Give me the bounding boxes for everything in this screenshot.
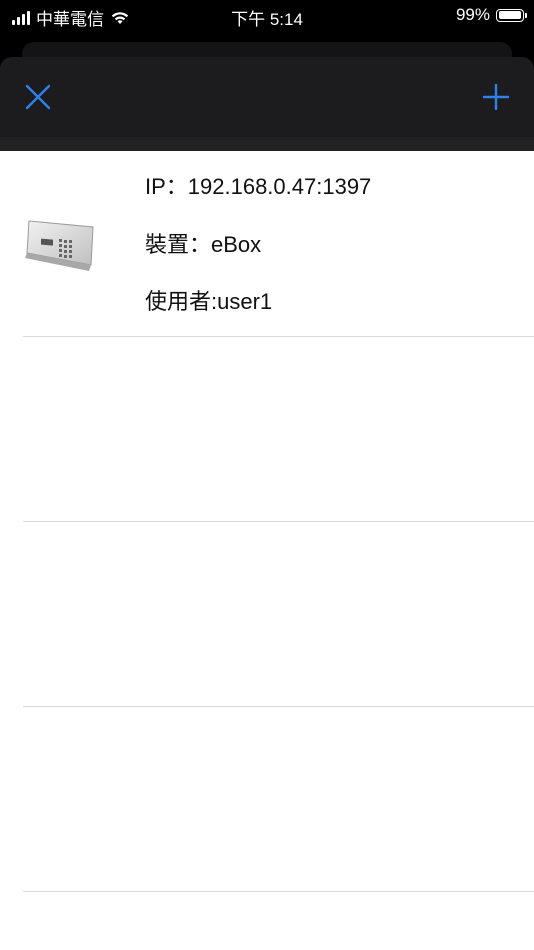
empty-list-row <box>0 707 534 891</box>
device-list-item[interactable]: IP：192.168.0.47:1397 裝置：eBox 使用者:user1 <box>0 151 534 336</box>
ebox-device-icon <box>25 220 94 271</box>
battery-icon <box>496 8 527 22</box>
close-button[interactable] <box>22 81 54 113</box>
row-divider <box>23 891 534 892</box>
device-user: 使用者:user1 <box>145 289 273 314</box>
battery-fill <box>498 11 522 19</box>
plus-icon <box>482 83 510 111</box>
battery-percent: 99% <box>455 5 490 24</box>
navigation-bar-bottom <box>0 137 534 151</box>
status-bar: 中華電信 下午 5:14 99% <box>0 0 534 32</box>
status-right: 99% <box>455 5 527 25</box>
empty-list-row <box>0 522 534 706</box>
close-icon <box>25 84 51 110</box>
add-button[interactable] <box>480 81 512 113</box>
device-list: IP：192.168.0.47:1397 裝置：eBox 使用者:user1 <box>0 151 534 950</box>
device-type: 裝置：eBox <box>145 232 262 257</box>
navigation-bar <box>0 57 534 137</box>
empty-list-row <box>0 337 534 521</box>
status-time: 下午 5:14 <box>231 10 303 29</box>
device-ip: IP：192.168.0.47:1397 <box>145 174 372 199</box>
